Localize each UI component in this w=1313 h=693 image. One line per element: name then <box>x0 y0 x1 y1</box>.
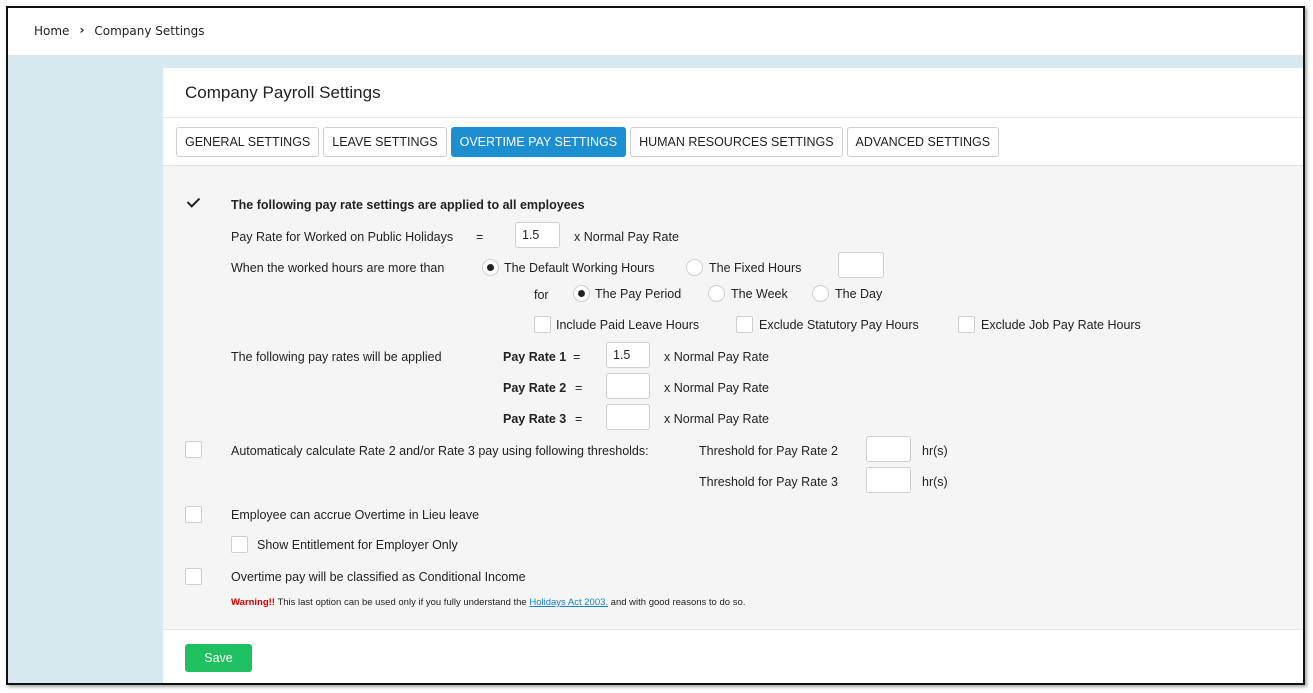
threshold-2-input[interactable] <box>866 436 911 462</box>
breadcrumb: Home › Company Settings <box>34 23 205 38</box>
page-title: Company Payroll Settings <box>185 83 381 102</box>
default-working-hours-radio[interactable] <box>482 259 499 276</box>
week-label: The Week <box>731 287 788 301</box>
fixed-hours-radio[interactable] <box>686 259 703 276</box>
warning-prefix: Warning!! <box>231 597 275 608</box>
pay-rate-3-input[interactable] <box>606 404 650 430</box>
top-bar: Home › Company Settings <box>8 8 1303 56</box>
warning-suffix: and with good reasons to do so. <box>608 597 746 608</box>
include-paid-leave-checkbox[interactable] <box>534 316 551 333</box>
equals-sign: = <box>476 230 484 244</box>
tabs-bar: GENERAL SETTINGS LEAVE SETTINGS OVERTIME… <box>163 118 1303 166</box>
tab-general-settings[interactable]: GENERAL SETTINGS <box>176 127 320 157</box>
day-label: The Day <box>835 287 883 301</box>
tab-human-resources-settings[interactable]: HUMAN RESOURCES SETTINGS <box>630 127 843 157</box>
tab-advanced-settings[interactable]: ADVANCED SETTINGS <box>846 127 1000 157</box>
app-window: Home › Company Settings Company Payroll … <box>6 6 1305 685</box>
fixed-hours-input[interactable] <box>838 252 884 278</box>
warning-text: Warning!! This last option can be used o… <box>231 597 745 608</box>
breadcrumb-home[interactable]: Home <box>34 24 69 38</box>
default-working-hours-label: The Default Working Hours <box>504 261 655 275</box>
pay-rate-1-normal-label: x Normal Pay Rate <box>664 350 769 364</box>
auto-calc-label: Automaticaly calculate Rate 2 and/or Rat… <box>231 444 649 458</box>
threshold-2-label: Threshold for Pay Rate 2 <box>699 444 838 458</box>
public-holidays-normal-pay-label: x Normal Pay Rate <box>574 230 679 244</box>
threshold-3-input[interactable] <box>866 467 911 493</box>
pay-rates-applied-label: The following pay rates will be applied <box>231 350 442 364</box>
include-paid-leave-label: Include Paid Leave Hours <box>556 318 700 332</box>
show-entitlement-label: Show Entitlement for Employer Only <box>257 538 458 552</box>
card-header: Company Payroll Settings <box>163 68 1303 118</box>
pay-rate-2-normal-label: x Normal Pay Rate <box>664 381 769 395</box>
warning-body: This last option can be used only if you… <box>274 597 530 608</box>
card-footer: Save <box>163 629 1303 683</box>
week-radio[interactable] <box>708 285 725 302</box>
day-radio[interactable] <box>812 285 829 302</box>
pay-rate-3-normal-label: x Normal Pay Rate <box>664 412 769 426</box>
pay-rate-1-label: Pay Rate 1 <box>503 350 567 364</box>
threshold-3-label: Threshold for Pay Rate 3 <box>699 475 838 489</box>
exclude-statutory-checkbox[interactable] <box>736 316 753 333</box>
overtime-settings-form: The following pay rate settings are appl… <box>163 166 1303 629</box>
exclude-statutory-label: Exclude Statutory Pay Hours <box>759 318 919 332</box>
pay-rate-3-label: Pay Rate 3 <box>503 412 567 426</box>
conditional-income-checkbox[interactable] <box>185 568 202 585</box>
exclude-job-pay-rate-label: Exclude Job Pay Rate Hours <box>981 318 1141 332</box>
overtime-lieu-checkbox[interactable] <box>185 506 202 523</box>
apply-all-checkbox[interactable] <box>185 195 202 212</box>
hours-more-than-label: When the worked hours are more than <box>231 261 445 275</box>
pay-rate-1-equals: = <box>573 350 581 364</box>
chevron-right-icon: › <box>79 23 85 37</box>
pay-rate-1-input[interactable] <box>606 342 650 368</box>
exclude-job-pay-rate-checkbox[interactable] <box>958 316 975 333</box>
auto-calc-checkbox[interactable] <box>185 441 202 458</box>
tab-overtime-pay-settings[interactable]: OVERTIME PAY SETTINGS <box>450 127 627 157</box>
save-button[interactable]: Save <box>185 644 252 672</box>
threshold-2-unit: hr(s) <box>922 444 948 458</box>
pay-rate-2-input[interactable] <box>606 373 650 399</box>
settings-tabs: GENERAL SETTINGS LEAVE SETTINGS OVERTIME… <box>176 127 1003 157</box>
threshold-3-unit: hr(s) <box>922 475 948 489</box>
pay-rate-2-label: Pay Rate 2 <box>503 381 567 395</box>
breadcrumb-current: Company Settings <box>94 24 205 38</box>
conditional-income-label: Overtime pay will be classified as Condi… <box>231 570 526 584</box>
public-holidays-rate-input[interactable] <box>515 222 560 248</box>
overtime-lieu-label: Employee can accrue Overtime in Lieu lea… <box>231 508 480 522</box>
pay-period-label: The Pay Period <box>595 287 682 301</box>
pay-rate-3-equals: = <box>575 412 583 426</box>
settings-card: Company Payroll Settings GENERAL SETTING… <box>163 68 1303 683</box>
pay-rate-2-equals: = <box>575 381 583 395</box>
for-label: for <box>534 288 549 302</box>
show-entitlement-checkbox[interactable] <box>231 536 248 553</box>
public-holidays-label: Pay Rate for Worked on Public Holidays <box>231 230 454 244</box>
pay-period-radio[interactable] <box>573 285 590 302</box>
apply-all-label: The following pay rate settings are appl… <box>231 198 585 212</box>
holidays-act-link[interactable]: Holidays Act 2003. <box>529 597 608 608</box>
tab-leave-settings[interactable]: LEAVE SETTINGS <box>323 127 447 157</box>
fixed-hours-label: The Fixed Hours <box>709 261 802 275</box>
